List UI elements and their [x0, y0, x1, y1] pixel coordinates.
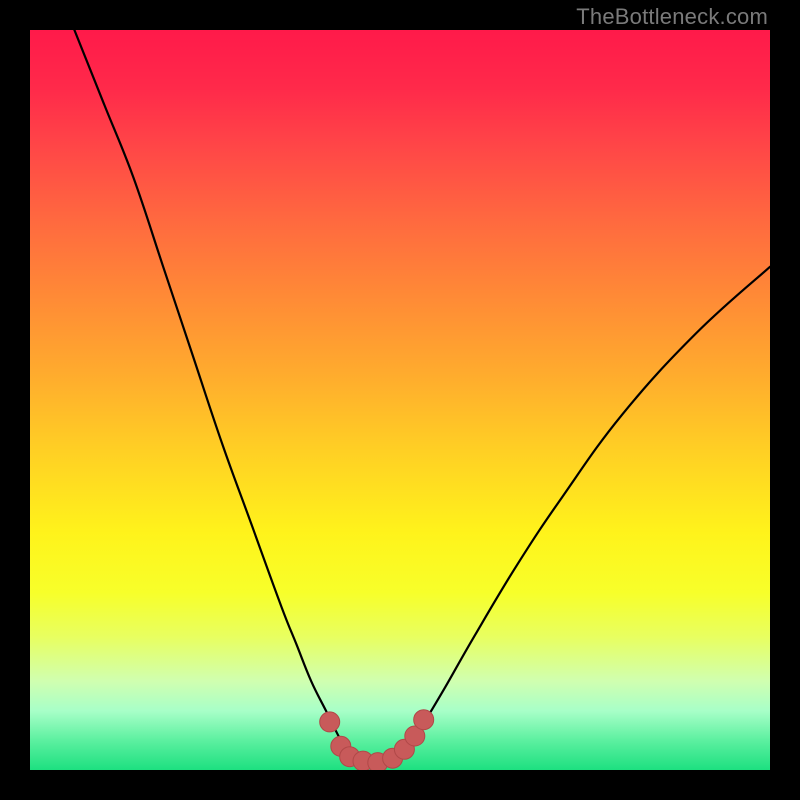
bottom-beads-group	[320, 710, 434, 770]
bottleneck-curve	[74, 30, 770, 763]
bead-marker	[320, 712, 340, 732]
watermark-text: TheBottleneck.com	[576, 4, 768, 30]
chart-frame: TheBottleneck.com	[0, 0, 800, 800]
chart-svg	[30, 30, 770, 770]
bead-marker	[414, 710, 434, 730]
plot-area	[30, 30, 770, 770]
